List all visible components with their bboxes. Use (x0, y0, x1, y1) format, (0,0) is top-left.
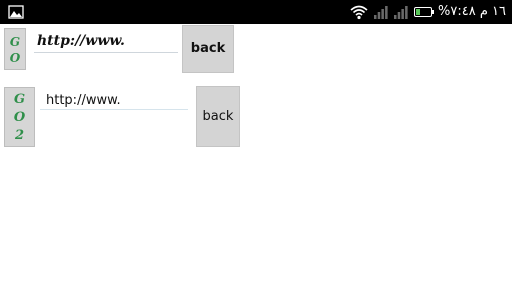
url-input-underline (40, 109, 188, 110)
url-input[interactable] (37, 30, 177, 52)
battery-level (416, 9, 421, 15)
go2-button[interactable]: G O 2 (4, 87, 35, 147)
url-input-underline (34, 52, 178, 53)
image-icon (8, 5, 24, 19)
back-button[interactable]: back (182, 25, 234, 73)
signal-icon (374, 6, 388, 19)
go-label-line: O (9, 51, 21, 65)
back-button[interactable]: back (196, 86, 240, 147)
status-right-group: %١٦ م ٧:٤٨ (350, 0, 506, 24)
go-label-line: G (13, 92, 26, 107)
wifi-icon (350, 5, 368, 20)
status-time-battery-text: %١٦ م ٧:٤٨ (438, 4, 506, 19)
go-label-line: 2 (14, 128, 25, 143)
go-button[interactable]: G O (4, 28, 26, 70)
signal-icon (394, 6, 408, 19)
go-label-line: O (13, 110, 26, 125)
go-label-line: G (9, 35, 21, 49)
battery-icon (414, 7, 435, 17)
status-bar: %١٦ م ٧:٤٨ (0, 0, 512, 24)
url-input[interactable] (46, 90, 186, 110)
